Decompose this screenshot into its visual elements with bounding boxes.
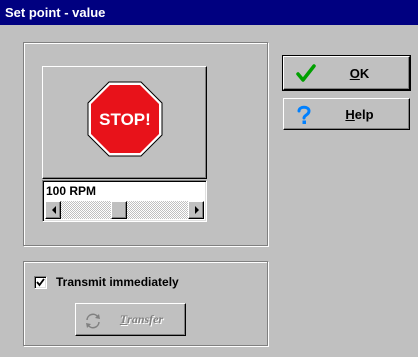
scroll-right-button[interactable] (188, 201, 204, 219)
arrow-left-icon (52, 206, 56, 214)
stop-button[interactable]: STOP! (42, 66, 207, 179)
transfer-button[interactable]: Transfer (75, 303, 186, 336)
scroll-left-button[interactable] (45, 201, 61, 219)
title-bar: Set point - value (0, 0, 418, 25)
question-mark-icon (297, 105, 311, 124)
ok-button[interactable]: OK (282, 55, 411, 91)
transmit-checkbox[interactable] (34, 276, 47, 289)
transfer-mnemonic: T (119, 312, 128, 326)
stop-sign-text: STOP! (99, 110, 151, 129)
ok-label: K (359, 65, 370, 81)
scroll-thumb[interactable] (111, 201, 127, 219)
stop-sign-icon: STOP! (87, 81, 163, 157)
help-label: elp (354, 106, 374, 122)
help-mnemonic: H (345, 106, 355, 122)
checkmark-icon (296, 64, 316, 82)
help-button[interactable]: Help (283, 98, 410, 130)
value-field: 100 RPM (42, 180, 207, 222)
checkbox-check-icon (36, 278, 45, 287)
value-scrollbar[interactable] (45, 201, 204, 219)
arrow-right-icon (195, 206, 199, 214)
transmit-label[interactable]: Transmit immediately (56, 274, 179, 290)
value-text: 100 RPM (46, 184, 97, 198)
ok-mnemonic: O (349, 65, 360, 81)
transfer-arrows-icon (86, 313, 100, 329)
window-title: Set point - value (5, 5, 106, 20)
transfer-label: ransfer (127, 312, 164, 326)
